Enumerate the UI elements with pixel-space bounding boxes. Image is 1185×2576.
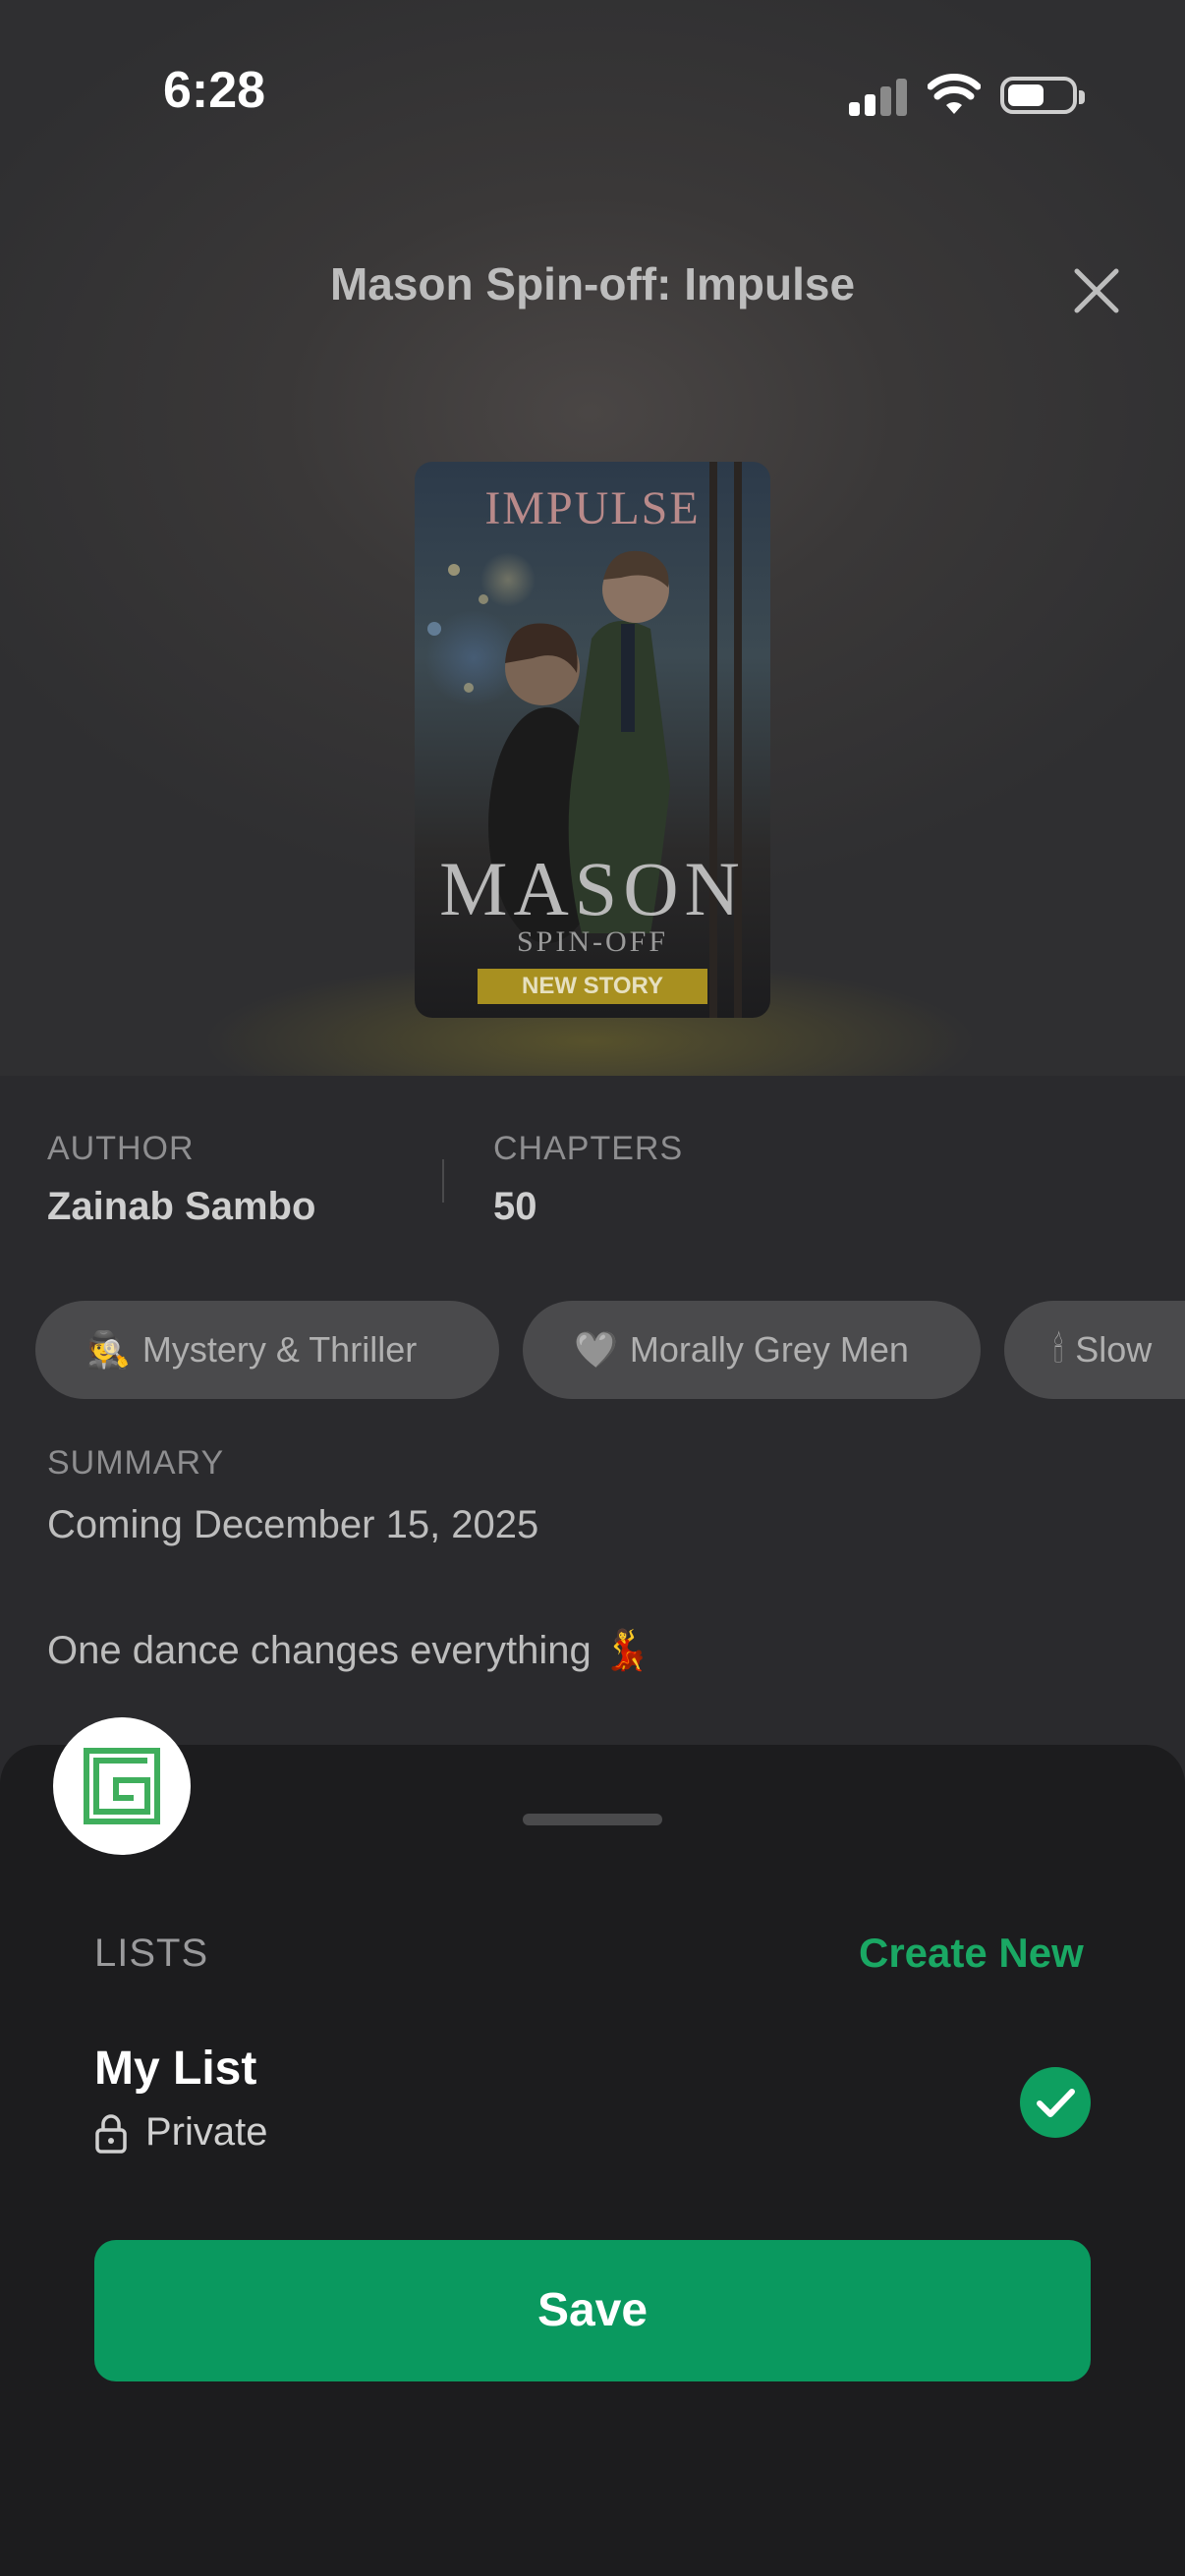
tag-list: 🕵 Mystery & Thriller 🩶 Morally Grey Men 🕯 S… [0, 1301, 1185, 1399]
checkmark-icon [1037, 2089, 1075, 2117]
author-label: AUTHOR [47, 1130, 195, 1167]
tag-label: Mystery & Thriller [141, 1329, 418, 1370]
list-selected-checkbox[interactable] [1020, 2067, 1091, 2138]
lists-label: LISTS [94, 1932, 209, 1975]
cover-top-title: IMPULSE [484, 482, 701, 534]
tag-chip[interactable]: 🕵 Mystery & Thriller [35, 1301, 499, 1399]
summary-line: Coming December 15, 2025 [47, 1503, 539, 1546]
lock-icon [95, 2114, 127, 2155]
meta-divider [442, 1159, 444, 1203]
sheet-grabber[interactable] [523, 1814, 662, 1825]
list-item-name[interactable]: My List [94, 2042, 256, 2096]
author-value[interactable]: Zainab Sambo [47, 1185, 315, 1229]
book-cover: IMPULSE MASON SPIN-OFF NEW STORY [415, 462, 770, 1018]
save-button[interactable]: Save [94, 2240, 1091, 2381]
wifi-icon [928, 74, 981, 114]
summary-label: SUMMARY [47, 1444, 225, 1482]
tag-chip[interactable]: 🕯 Slow [1004, 1301, 1185, 1399]
tag-label: Slow [1075, 1329, 1153, 1370]
create-new-button[interactable]: Create New [859, 1930, 1084, 1977]
app-logo-icon [53, 1717, 191, 1855]
status-bar: 6:28 [0, 0, 1185, 187]
detective-icon: 🕵 [86, 1329, 131, 1370]
cover-badge: NEW STORY [478, 969, 707, 1004]
chapters-value: 50 [493, 1185, 537, 1228]
chapters-label: CHAPTERS [493, 1130, 684, 1167]
candle-icon: 🕯 [1053, 1329, 1064, 1370]
list-item-privacy: Private [94, 2110, 268, 2155]
cellular-signal-icon [849, 79, 908, 116]
page-title: Mason Spin-off: Impulse [329, 258, 856, 309]
summary-line: One dance changes everything 💃 [47, 1629, 651, 1672]
cover-main-title: MASON [439, 846, 746, 931]
close-icon[interactable] [1071, 265, 1122, 316]
tag-label: Morally Grey Men [629, 1329, 909, 1370]
battery-icon [1000, 77, 1085, 114]
cover-subtitle: SPIN-OFF [516, 925, 669, 958]
privacy-label: Private [145, 2110, 268, 2154]
tag-chip[interactable]: 🩶 Morally Grey Men [523, 1301, 981, 1399]
status-time: 6:28 [163, 62, 266, 119]
grey-heart-icon: 🩶 [574, 1329, 618, 1370]
bottom-sheet [0, 1745, 1185, 2576]
